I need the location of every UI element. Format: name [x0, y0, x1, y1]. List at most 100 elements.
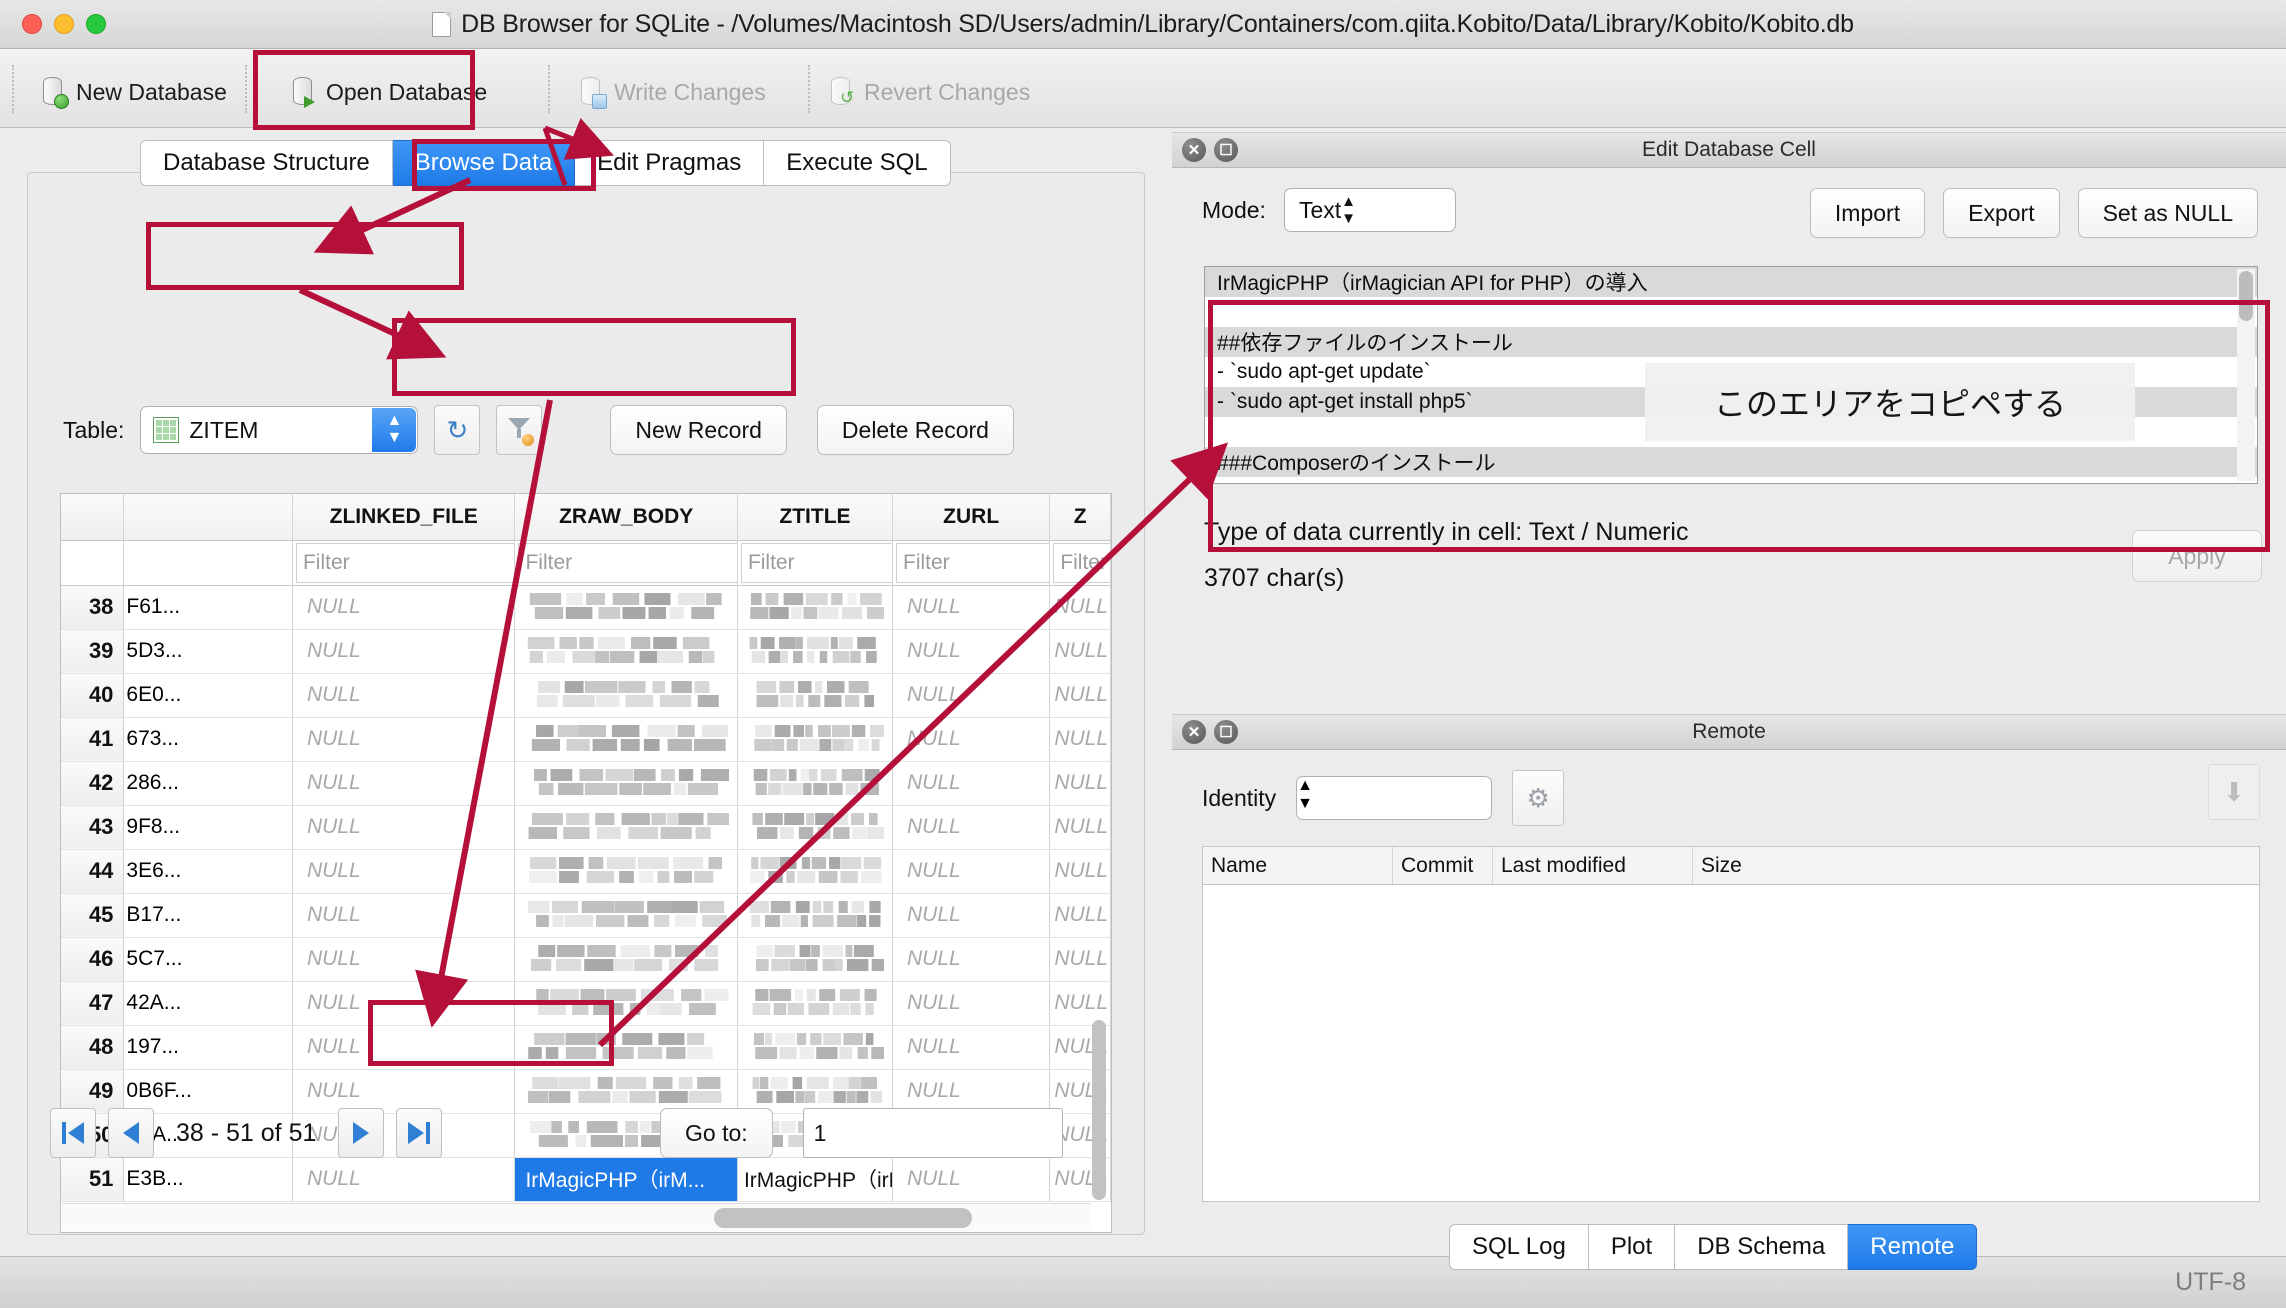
cell-zraw-body[interactable]	[514, 1069, 738, 1114]
mode-select-stepper[interactable]: ▲ ▼	[1341, 193, 1381, 227]
column-header-ztitle[interactable]: ZTITLE	[737, 494, 894, 541]
row-number[interactable]: 47	[61, 981, 125, 1026]
table-row[interactable]: 41 673... NULL NULL NULL	[61, 717, 1111, 762]
table-row[interactable]: 43 9F8... NULL NULL NULL	[61, 805, 1111, 850]
tab-sql-log[interactable]: SQL Log	[1449, 1224, 1589, 1270]
cell-zlinked-file[interactable]: NULL	[292, 717, 516, 762]
open-database-button[interactable]: Open Database	[290, 77, 487, 108]
cell-zurl[interactable]: NULL	[892, 805, 1051, 850]
cell-zurl[interactable]: NULL	[892, 981, 1051, 1026]
cell-zurl[interactable]: NULL	[892, 717, 1051, 762]
cell-z-pk[interactable]: F61...	[123, 585, 293, 630]
cell-zurl[interactable]: NULL	[892, 893, 1051, 938]
table-row[interactable]: 51 E3B... NULL IrMagicPHP（irM... IrMagicPHP（…	[61, 1157, 1111, 1202]
row-number[interactable]: 39	[61, 629, 125, 674]
clear-filter-button[interactable]	[496, 405, 543, 455]
undock-icon[interactable]: ☐	[1214, 720, 1238, 744]
table-row[interactable]: 39 5D3... NULL NULL NULL	[61, 629, 1111, 674]
cell-zlinked-file[interactable]: NULL	[292, 981, 516, 1026]
tab-browse-data[interactable]: Browse Data	[392, 140, 576, 186]
import-button[interactable]: Import	[1809, 188, 1926, 238]
settings-gear-button[interactable]: ⚙	[1512, 770, 1565, 826]
cell-zlinked-file[interactable]: NULL	[292, 849, 516, 894]
cell-ztitle[interactable]	[737, 893, 894, 938]
row-number[interactable]: 43	[61, 805, 125, 850]
goto-input[interactable]: 1	[802, 1108, 1063, 1158]
cell-editor-scroll-thumb[interactable]	[2239, 271, 2253, 321]
column-header-z-pk[interactable]	[123, 494, 293, 541]
cell-z-pk[interactable]: 0B6F...	[123, 1069, 293, 1114]
table-row[interactable]: 45 B17... NULL NULL NULL	[61, 893, 1111, 938]
minimize-window-button[interactable]	[54, 14, 74, 34]
grid-vertical-scroll-thumb[interactable]	[1092, 1020, 1106, 1200]
cell-z-pk[interactable]: E3B...	[123, 1157, 293, 1202]
row-number[interactable]: 42	[61, 761, 125, 806]
cell-zraw-body[interactable]	[514, 893, 738, 938]
remote-column-last-modified[interactable]: Last modified	[1493, 847, 1693, 884]
cell-zraw-body[interactable]	[514, 805, 738, 850]
filter-cell-zraw-body[interactable]: Filter	[514, 540, 738, 586]
cell-ztitle[interactable]	[737, 761, 894, 806]
tab-database-structure[interactable]: Database Structure	[140, 140, 393, 186]
cell-zurl[interactable]: NULL	[892, 629, 1051, 674]
cell-ztitle[interactable]	[737, 849, 894, 894]
cell-zraw-body[interactable]	[514, 673, 738, 718]
cell-z-pk[interactable]: 673...	[123, 717, 293, 762]
filter-input-ztitle[interactable]: Filter	[740, 542, 892, 583]
tab-db-schema[interactable]: DB Schema	[1675, 1224, 1849, 1270]
last-page-button[interactable]	[396, 1108, 443, 1158]
close-icon[interactable]: ✕	[1182, 138, 1206, 162]
column-header-zurl[interactable]: ZURL	[892, 494, 1051, 541]
cell-ztitle[interactable]	[737, 981, 894, 1026]
cell-z-pk[interactable]: 42A...	[123, 981, 293, 1026]
undock-icon[interactable]: ☐	[1214, 138, 1238, 162]
next-page-button[interactable]	[338, 1108, 385, 1158]
cell-zlinked-file[interactable]: NULL	[292, 893, 516, 938]
cell-z-pk[interactable]: 5C7...	[123, 937, 293, 982]
cell-zlinked-file[interactable]: NULL	[292, 1069, 516, 1114]
cell-zraw-body[interactable]	[514, 937, 738, 982]
cell-zlinked-file[interactable]: NULL	[292, 937, 516, 982]
first-page-button[interactable]	[50, 1108, 96, 1158]
maximize-window-button[interactable]	[86, 14, 106, 34]
filter-input-zraw-body[interactable]: Filter	[518, 542, 737, 583]
close-icon[interactable]: ✕	[1182, 720, 1206, 744]
table-select[interactable]: ZITEM ▲ ▼	[140, 406, 419, 454]
tab-execute-sql[interactable]: Execute SQL	[764, 140, 951, 186]
cell-zurl[interactable]: NULL	[892, 1069, 1051, 1114]
cell-zraw-body[interactable]	[514, 717, 738, 762]
cell-zurl[interactable]: NULL	[892, 761, 1051, 806]
cell-zraw-body[interactable]	[514, 1025, 738, 1070]
cell-zurl[interactable]: NULL	[892, 1157, 1051, 1202]
grid-horizontal-scrollbar[interactable]	[62, 1203, 1091, 1231]
cell-zraw-body[interactable]	[514, 849, 738, 894]
cell-zraw-body[interactable]	[514, 761, 738, 806]
row-number[interactable]: 40	[61, 673, 125, 718]
table-row[interactable]: 44 3E6... NULL NULL NULL	[61, 849, 1111, 894]
cell-zurl[interactable]: NULL	[892, 585, 1051, 630]
cell-ztitle[interactable]	[737, 629, 894, 674]
cell-zlinked-file[interactable]: NULL	[292, 761, 516, 806]
row-number[interactable]: 41	[61, 717, 125, 762]
filter-input-z-next[interactable]: Filter	[1053, 542, 1110, 583]
cell-zlinked-file[interactable]: NULL	[292, 1025, 516, 1070]
cell-z-pk[interactable]: 5D3...	[123, 629, 293, 674]
column-header-zlinked-file[interactable]: ZLINKED_FILE	[292, 494, 516, 541]
cell-zlinked-file[interactable]: NULL	[292, 629, 516, 674]
cell-zraw-body[interactable]	[514, 981, 738, 1026]
row-number[interactable]: 44	[61, 849, 125, 894]
row-number[interactable]: 48	[61, 1025, 125, 1070]
cell-zurl[interactable]: NULL	[892, 937, 1051, 982]
table-row[interactable]: 48 197... NULL NULL NULL	[61, 1025, 1111, 1070]
filter-cell-ztitle[interactable]: Filter	[737, 540, 894, 586]
filter-input-zlinked-file[interactable]: Filter	[295, 542, 514, 583]
mode-select[interactable]: Text ▲ ▼	[1283, 188, 1456, 232]
row-number[interactable]: 45	[61, 893, 125, 938]
cell-ztitle[interactable]: IrMagicPHP（irM...	[737, 1157, 894, 1202]
tab-edit-pragmas[interactable]: Edit Pragmas	[575, 140, 765, 186]
cell-zlinked-file[interactable]: NULL	[292, 585, 516, 630]
table-row[interactable]: 40 6E0... NULL NULL NULL	[61, 673, 1111, 718]
new-record-button[interactable]: New Record	[610, 405, 787, 455]
close-window-button[interactable]	[22, 14, 42, 34]
row-number[interactable]: 51	[61, 1157, 125, 1202]
